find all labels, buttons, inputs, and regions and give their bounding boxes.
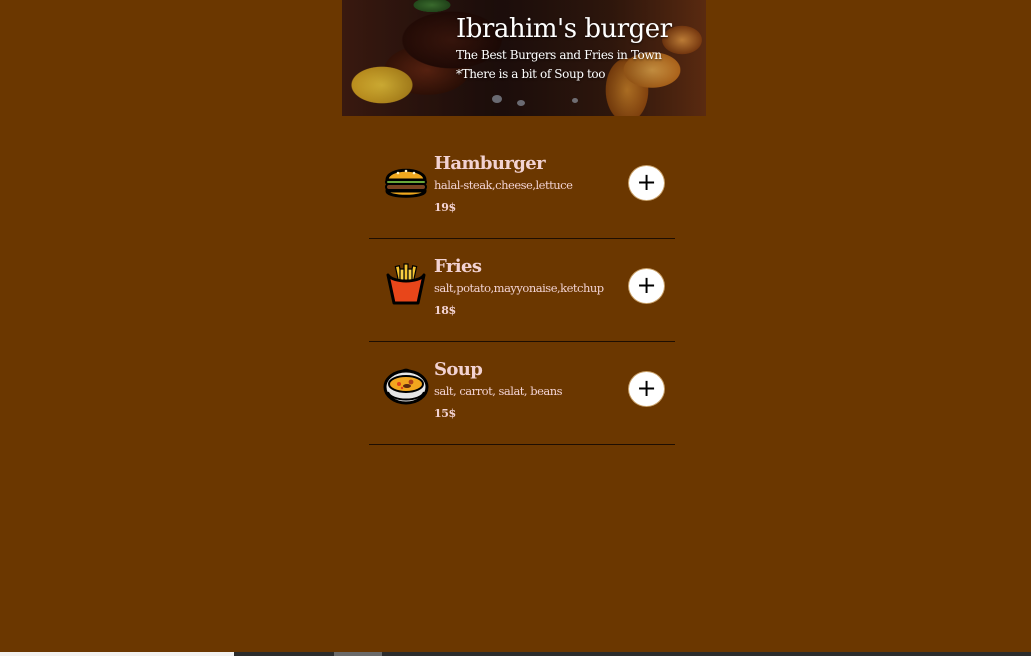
header-text: Ibrahim's burger The Best Burgers and Fr… — [456, 12, 672, 84]
item-price: 15$ — [434, 407, 456, 420]
item-price: 19$ — [434, 201, 456, 214]
restaurant-tagline: The Best Burgers and Fries in Town — [456, 48, 662, 62]
page: Ibrahim's burger The Best Burgers and Fr… — [0, 0, 1031, 656]
item-name: Soup — [434, 359, 483, 380]
menu-item-hamburger: Hamburger halal-steak,cheese,lettuce 19$… — [369, 136, 675, 239]
add-fries-button[interactable]: + — [628, 268, 665, 304]
item-price: 18$ — [434, 304, 456, 317]
menu-list: Hamburger halal-steak,cheese,lettuce 19$… — [369, 136, 675, 445]
hamburger-icon — [383, 158, 429, 204]
header-banner: Ibrahim's burger The Best Burgers and Fr… — [342, 0, 706, 116]
item-name: Hamburger — [434, 153, 546, 174]
horizontal-scrollbar[interactable] — [0, 652, 1031, 656]
item-ingredients: salt,potato,mayyonaise,ketchup — [434, 281, 604, 295]
scrollbar-thumb[interactable] — [334, 652, 382, 656]
restaurant-title: Ibrahim's burger — [456, 14, 672, 44]
menu-item-fries: Fries salt,potato,mayyonaise,ketchup 18$… — [369, 239, 675, 342]
menu-item-soup: Soup salt, carrot, salat, beans 15$ + — [369, 342, 675, 445]
soup-icon — [383, 366, 429, 412]
item-ingredients: halal-steak,cheese,lettuce — [434, 178, 573, 192]
fries-icon — [383, 261, 429, 307]
add-hamburger-button[interactable]: + — [628, 165, 665, 201]
restaurant-note: *There is a bit of Soup too — [456, 67, 606, 81]
item-name: Fries — [434, 256, 482, 277]
item-ingredients: salt, carrot, salat, beans — [434, 384, 563, 398]
add-soup-button[interactable]: + — [628, 371, 665, 407]
